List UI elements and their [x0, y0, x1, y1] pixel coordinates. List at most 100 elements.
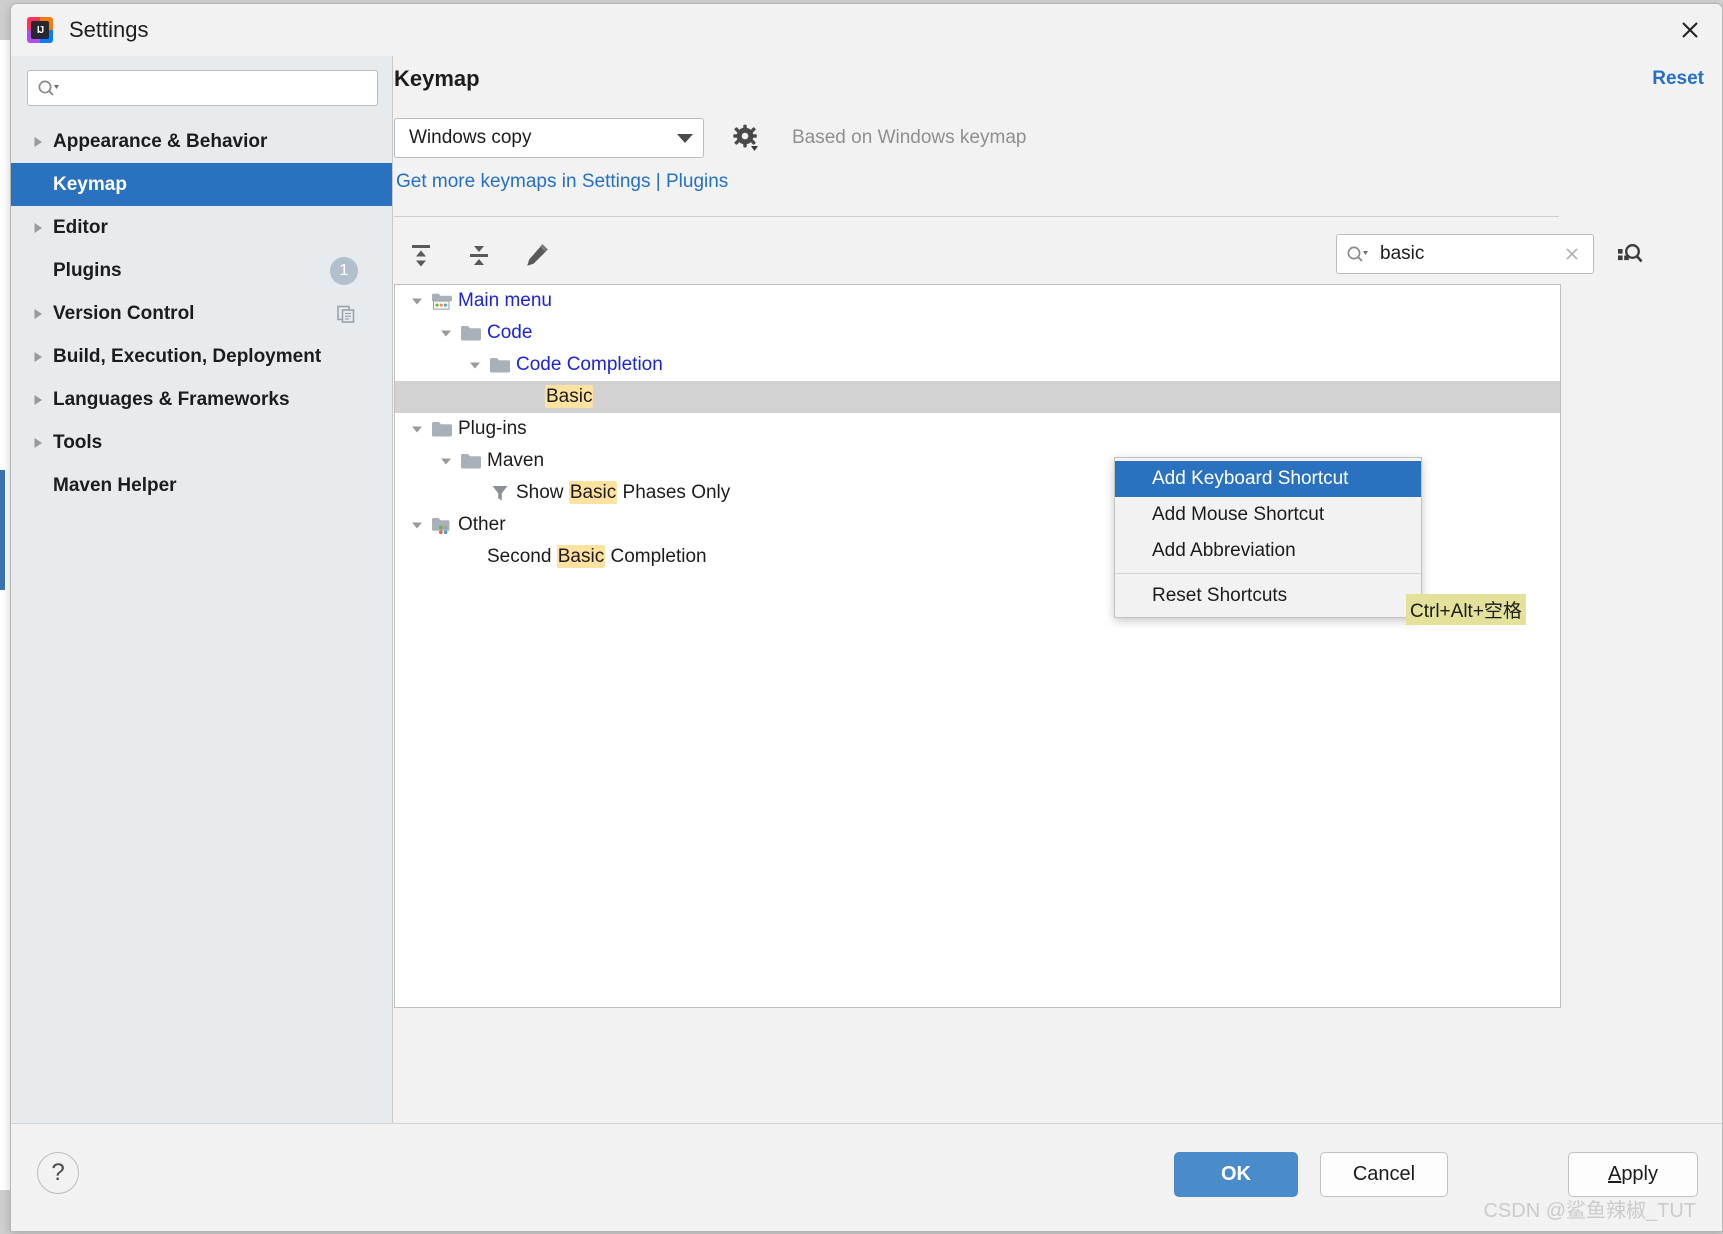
- chevron-right-icon[interactable]: [31, 307, 53, 321]
- tree-row-label: Plug-ins: [458, 418, 527, 439]
- ok-button[interactable]: OK: [1174, 1152, 1298, 1197]
- search-input[interactable]: [27, 70, 378, 106]
- based-on-label: Based on Windows keymap: [792, 127, 1027, 148]
- reset-link[interactable]: Reset: [1652, 68, 1704, 90]
- settings-dialog: IJ Settings Appearance & Behavior Keymap…: [10, 3, 1723, 1232]
- gear-icon[interactable]: [732, 124, 760, 152]
- sidebar-search-wrapper: [11, 56, 392, 114]
- folder-icon: [429, 420, 455, 438]
- keymap-tree[interactable]: Main menu Code Code Completion Basic Plug-in…: [394, 284, 1561, 1008]
- intellij-idea-logo-icon: IJ: [27, 17, 53, 43]
- chevron-right-icon[interactable]: [31, 135, 53, 149]
- search-match-highlight: Basic: [568, 481, 618, 504]
- desktop-backdrop: IJ Settings Appearance & Behavior Keymap…: [0, 0, 1723, 1234]
- chevron-down-icon[interactable]: [405, 293, 429, 309]
- copy-icon: [336, 304, 356, 324]
- keymap-pane: Keymap Reset Windows copy Based on Windo…: [394, 56, 1722, 1125]
- close-icon[interactable]: [1672, 13, 1708, 47]
- keymap-selector-row: Windows copy Based on Windows keymap: [394, 118, 1026, 158]
- tree-row-label: Code: [487, 322, 533, 343]
- keymap-dropdown[interactable]: Windows copy: [394, 118, 704, 158]
- close-icon[interactable]: [1559, 245, 1585, 263]
- menu-item-add-keyboard-shortcut[interactable]: Add Keyboard Shortcut: [1115, 461, 1421, 497]
- get-more-keymaps-link[interactable]: Get more keymaps in Settings | Plugins: [396, 171, 728, 193]
- sidebar-item-label: Version Control: [53, 302, 195, 324]
- menu-item-reset-shortcuts[interactable]: Reset Shortcuts: [1115, 578, 1421, 614]
- collapse-all-icon[interactable]: [460, 236, 498, 274]
- shortcut-search-wrapper: basic: [1336, 234, 1644, 274]
- chevron-down-icon[interactable]: [405, 421, 429, 437]
- chevron-right-icon[interactable]: [31, 436, 53, 450]
- chevron-down-icon[interactable]: [463, 357, 487, 373]
- folder-icon: [487, 356, 513, 374]
- sidebar-item-languages-frameworks[interactable]: Languages & Frameworks: [11, 378, 392, 421]
- menu-item-add-abbreviation[interactable]: Add Abbreviation: [1115, 533, 1421, 569]
- tree-row-label: Second Basic Completion: [487, 545, 707, 568]
- title-bar: IJ Settings: [11, 4, 1722, 56]
- sidebar-item-label: Maven Helper: [53, 474, 177, 496]
- folder-icon: [458, 452, 484, 470]
- expand-all-icon[interactable]: [402, 236, 440, 274]
- background-scrollbar-marker: [0, 470, 5, 590]
- chevron-right-icon[interactable]: [31, 221, 53, 235]
- sidebar-item-plugins[interactable]: Plugins 1: [11, 249, 392, 292]
- tree-row-label: Show Basic Phases Only: [516, 481, 731, 504]
- page-title: Keymap: [394, 66, 480, 91]
- keymap-tree-toolbar: [402, 236, 556, 274]
- tree-row-label: Basic: [545, 385, 594, 408]
- window-title: Settings: [69, 17, 149, 42]
- apply-label-rest: pply: [1621, 1163, 1659, 1185]
- search-match-highlight: Basic: [545, 385, 594, 408]
- sidebar-item-label: Tools: [53, 431, 103, 453]
- tree-row[interactable]: Code Completion: [395, 349, 1560, 381]
- sidebar-item-maven-helper[interactable]: Maven Helper: [11, 464, 392, 507]
- shortcut-search-input[interactable]: basic: [1336, 234, 1594, 274]
- folder-icon: [458, 324, 484, 342]
- sidebar-item-label: Editor: [53, 216, 108, 238]
- sidebar-item-build-execution-deployment[interactable]: Build, Execution, Deployment: [11, 335, 392, 378]
- find-by-shortcut-icon[interactable]: [1614, 240, 1644, 268]
- tree-row[interactable]: Plug-ins: [395, 413, 1560, 445]
- sidebar-item-keymap[interactable]: Keymap: [11, 163, 392, 206]
- filter-icon: [487, 483, 513, 503]
- sidebar-item-label: Languages & Frameworks: [53, 388, 290, 410]
- watermark: CSDN @鲨鱼辣椒_TUT: [1483, 1200, 1696, 1222]
- chevron-right-icon[interactable]: [31, 393, 53, 407]
- other-folder-icon: [429, 516, 455, 535]
- tree-row[interactable]: Code: [395, 317, 1560, 349]
- chevron-right-icon[interactable]: [31, 350, 53, 364]
- edit-icon[interactable]: [518, 236, 556, 274]
- shortcut-badge: Ctrl+Alt+空格: [1406, 594, 1526, 625]
- search-icon: [1346, 245, 1368, 263]
- chevron-down-icon: [677, 133, 693, 143]
- tree-row[interactable]: Main menu: [395, 285, 1560, 317]
- context-menu: Add Keyboard Shortcut Add Mouse Shortcut A…: [1114, 457, 1422, 618]
- tree-row-label: Maven: [487, 450, 545, 471]
- chevron-down-icon[interactable]: [434, 453, 458, 469]
- apply-button[interactable]: Apply: [1568, 1152, 1698, 1197]
- section-divider: [394, 216, 1559, 217]
- sidebar-item-appearance-behavior[interactable]: Appearance & Behavior: [11, 120, 392, 163]
- help-button[interactable]: ?: [37, 1152, 79, 1194]
- sidebar-item-label: Keymap: [53, 173, 127, 195]
- sidebar-item-version-control[interactable]: Version Control: [11, 292, 392, 335]
- sidebar-item-tools[interactable]: Tools: [11, 421, 392, 464]
- dialog-footer: ? OK Cancel Apply CSDN @鲨鱼辣椒_TUT: [11, 1123, 1722, 1231]
- menu-separator: [1115, 573, 1421, 574]
- sidebar-item-editor[interactable]: Editor: [11, 206, 392, 249]
- chevron-down-icon[interactable]: [434, 325, 458, 341]
- search-icon: [37, 79, 59, 97]
- chevron-down-icon[interactable]: [405, 517, 429, 533]
- search-match-highlight: Basic: [556, 545, 606, 568]
- cancel-button[interactable]: Cancel: [1320, 1152, 1448, 1197]
- tree-row[interactable]: Basic: [395, 381, 1560, 413]
- main-menu-icon: [429, 292, 455, 311]
- status-badge: 1: [330, 256, 358, 285]
- sidebar-nav-list: Appearance & Behavior Keymap Editor Plugins…: [11, 120, 392, 507]
- sidebar-item-label: Build, Execution, Deployment: [53, 345, 322, 367]
- shortcut-search-value: basic: [1380, 243, 1425, 264]
- menu-item-add-mouse-shortcut[interactable]: Add Mouse Shortcut: [1115, 497, 1421, 533]
- tree-row-label: Main menu: [458, 290, 552, 311]
- apply-accel-letter: A: [1607, 1163, 1622, 1185]
- sidebar-item-label: Plugins: [53, 259, 122, 281]
